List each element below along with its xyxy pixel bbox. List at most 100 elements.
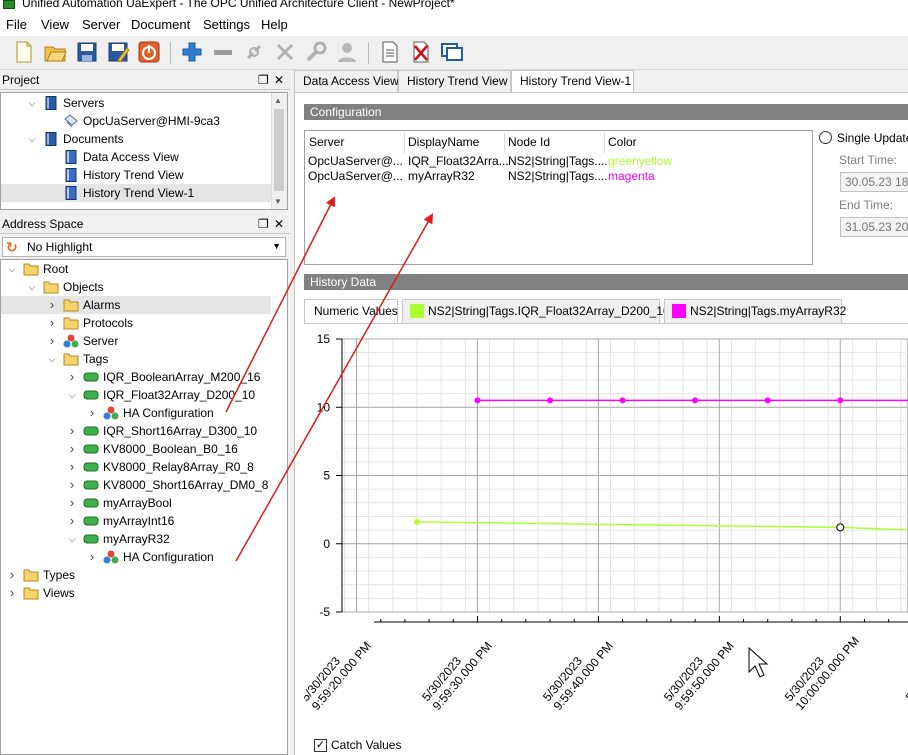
connect-icon[interactable] xyxy=(242,40,266,64)
column-node-id[interactable]: Node Id xyxy=(508,135,550,149)
tab-history-trend-view[interactable]: History Trend View xyxy=(398,70,511,92)
settings-icon[interactable] xyxy=(304,40,328,64)
project-tree-item[interactable]: ⌵ Servers xyxy=(1,94,271,112)
menu-settings[interactable]: Settings xyxy=(203,17,250,32)
chevron-right-icon[interactable]: › xyxy=(67,442,77,455)
project-scrollbar[interactable]: ▲ ▼ xyxy=(271,93,287,209)
scrollbar-thumb[interactable] xyxy=(274,109,284,191)
selected-data-point xyxy=(836,523,845,532)
end-time-input[interactable]: 31.05.23 20: xyxy=(840,217,908,237)
menu-view[interactable]: View xyxy=(41,17,69,32)
address-tree-item[interactable]: › KV8000_Relay8Array_R0_8 xyxy=(1,458,271,476)
address-tree-item[interactable]: ⌵ Root xyxy=(1,260,271,278)
chevron-down-icon[interactable]: ▼ xyxy=(272,241,281,251)
chevron-down-icon[interactable]: ⌵ xyxy=(27,282,37,292)
dock-icon[interactable]: ❐ xyxy=(258,216,269,233)
add-server-icon[interactable] xyxy=(180,40,204,64)
close-icon[interactable]: ✕ xyxy=(274,216,284,233)
log-icon[interactable] xyxy=(378,40,402,64)
chevron-down-icon[interactable]: ⌵ xyxy=(67,534,77,544)
project-tree-item[interactable]: Data Access View xyxy=(1,148,271,166)
address-tree-item[interactable]: › HA Configuration xyxy=(1,404,271,422)
address-tree-item[interactable]: › KV8000_Short16Array_DM0_8 xyxy=(1,476,271,494)
cell-server: OpcUaServer@... xyxy=(308,154,403,168)
address-tree-item[interactable]: › IQR_BooleanArray_M200_16 xyxy=(1,368,271,386)
menu-server[interactable]: Server xyxy=(82,17,120,32)
chevron-right-icon[interactable]: › xyxy=(67,460,77,473)
history-chart[interactable]: 15 10 5 0 -5 5/30/2023 9:59:20.000 PM 5/30/2023… xyxy=(298,323,908,734)
chevron-down-icon[interactable]: ⌵ xyxy=(27,98,37,108)
history-chart-svg[interactable]: 15 10 5 0 -5 5/30/20239:59:20.000 PM 5/30/2023… xyxy=(298,324,908,734)
scroll-down-icon[interactable]: ▼ xyxy=(274,197,282,206)
chevron-right-icon[interactable]: › xyxy=(67,514,77,527)
chevron-right-icon[interactable]: › xyxy=(7,586,17,599)
menu-file[interactable]: File xyxy=(6,17,27,32)
column-displayname[interactable]: DisplayName xyxy=(408,135,479,149)
tab-series-myarrayr32[interactable]: NS2|String|Tags.myArrayR32 xyxy=(664,299,846,323)
cell-color[interactable]: greenyellow xyxy=(608,154,672,168)
chevron-right-icon[interactable]: › xyxy=(87,406,97,419)
address-tree-item[interactable]: ⌵ IQR_Float32Array_D200_10 xyxy=(1,386,271,404)
chevron-right-icon[interactable]: › xyxy=(47,298,57,311)
address-tree-item[interactable]: › KV8000_Boolean_B0_16 xyxy=(1,440,271,458)
address-tree-item[interactable]: › Views xyxy=(1,584,271,602)
address-tree-item[interactable]: › Protocols xyxy=(1,314,271,332)
configuration-table[interactable]: Server DisplayName Node Id Color OpcUaSe… xyxy=(304,130,813,265)
window-icon[interactable] xyxy=(440,40,464,64)
remove-server-icon[interactable] xyxy=(211,40,235,64)
chevron-right-icon[interactable]: › xyxy=(47,334,57,347)
tab-history-trend-view-1[interactable]: History Trend View-1 xyxy=(511,70,634,93)
chevron-down-icon[interactable]: ⌵ xyxy=(7,264,17,274)
chevron-right-icon[interactable]: › xyxy=(47,316,57,329)
tab-data-access-view[interactable]: Data Access View xyxy=(294,70,399,92)
chevron-right-icon[interactable]: › xyxy=(67,424,77,437)
project-tree-item[interactable]: History Trend View-1 xyxy=(1,184,271,202)
tab-series-float32[interactable]: NS2|String|Tags.IQR_Float32Array_D200_10 xyxy=(402,299,670,323)
refresh-icon[interactable]: ↻ xyxy=(6,240,18,254)
save-as-icon[interactable] xyxy=(106,40,130,64)
address-tree-item[interactable]: ⌵ Objects xyxy=(1,278,271,296)
menu-document[interactable]: Document xyxy=(131,17,190,32)
address-tree-item[interactable]: › Alarms xyxy=(1,296,271,314)
delete-log-icon[interactable] xyxy=(409,40,433,64)
project-tree-item[interactable]: ⌵ Documents xyxy=(1,130,271,148)
chevron-right-icon[interactable]: › xyxy=(7,568,17,581)
column-server[interactable]: Server xyxy=(309,135,344,149)
ha-config-icon xyxy=(103,406,119,420)
disconnect-icon[interactable] xyxy=(273,40,297,64)
chevron-right-icon[interactable]: › xyxy=(87,550,97,563)
address-tree-item[interactable]: › HA Configuration xyxy=(1,548,271,566)
server-link-icon xyxy=(63,114,79,128)
tab-numeric-values[interactable]: Numeric Values xyxy=(304,299,398,323)
project-tree-item[interactable]: History Trend View xyxy=(1,166,271,184)
project-tree-item[interactable]: OpcUaServer@HMI-9ca3 xyxy=(1,112,271,130)
chevron-right-icon[interactable]: › xyxy=(67,370,77,383)
column-color[interactable]: Color xyxy=(608,135,637,149)
address-tree-item[interactable]: › myArrayBool xyxy=(1,494,271,512)
cell-color[interactable]: magenta xyxy=(608,169,655,183)
start-time-input[interactable]: 30.05.23 18: xyxy=(840,172,908,192)
power-icon[interactable] xyxy=(137,40,161,64)
address-tree-item[interactable]: › Server xyxy=(1,332,271,350)
user-icon[interactable] xyxy=(335,40,359,64)
menu-help[interactable]: Help xyxy=(261,17,288,32)
address-tree-item[interactable]: › Types xyxy=(1,566,271,584)
chevron-right-icon[interactable]: › xyxy=(67,478,77,491)
scroll-up-icon[interactable]: ▲ xyxy=(274,96,282,105)
address-tree-item[interactable]: ⌵ myArrayR32 xyxy=(1,530,271,548)
new-document-icon[interactable] xyxy=(12,40,36,64)
open-icon[interactable] xyxy=(43,40,67,64)
chevron-right-icon[interactable]: › xyxy=(67,496,77,509)
address-tree-item[interactable]: ⌵ Tags xyxy=(1,350,271,368)
chevron-down-icon[interactable]: ⌵ xyxy=(47,354,57,364)
close-icon[interactable]: ✕ xyxy=(274,72,284,89)
highlight-select[interactable]: ↻ No Highlight ▼ xyxy=(2,237,286,257)
address-tree-item[interactable]: › myArrayInt16 xyxy=(1,512,271,530)
save-icon[interactable] xyxy=(75,40,99,64)
chevron-down-icon[interactable]: ⌵ xyxy=(67,390,77,400)
catch-values-checkbox[interactable]: ✓ xyxy=(314,739,327,752)
chevron-down-icon[interactable]: ⌵ xyxy=(27,134,37,144)
address-tree-item[interactable]: › IQR_Short16Array_D300_10 xyxy=(1,422,271,440)
dock-icon[interactable]: ❐ xyxy=(258,72,269,89)
single-update-radio[interactable] xyxy=(819,131,832,144)
